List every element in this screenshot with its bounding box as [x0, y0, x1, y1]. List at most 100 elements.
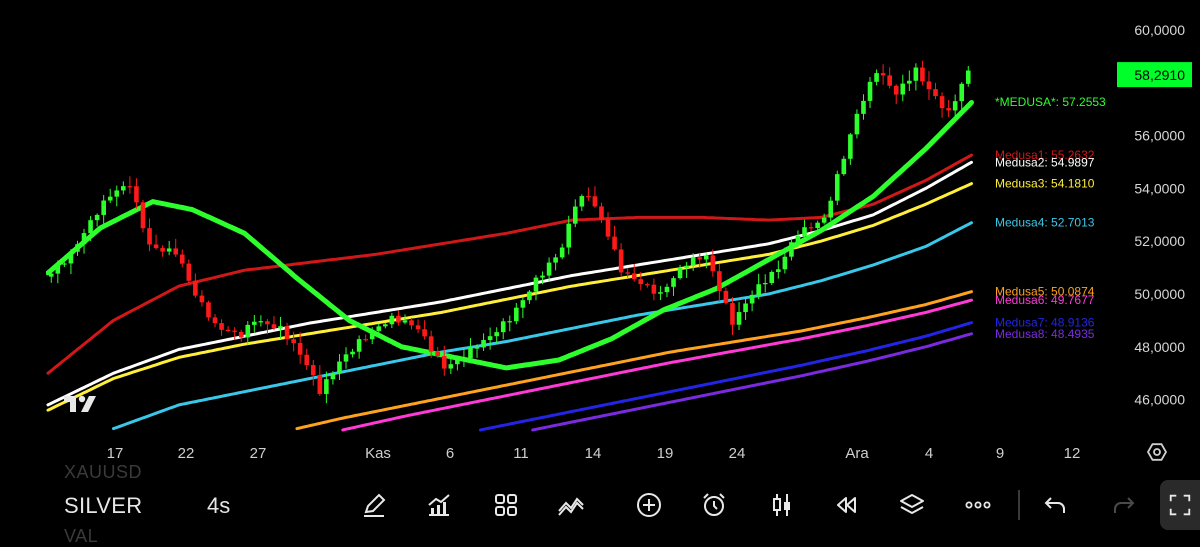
series-line-medusa6: [341, 298, 973, 432]
legend-medusa6: Medusa6: 49.7677: [995, 293, 1095, 307]
candle-body: [920, 67, 925, 82]
candle-body: [965, 70, 971, 84]
time-tick-label: 22: [178, 445, 195, 462]
candle-body: [435, 351, 441, 357]
bottom-toolbar: XAUUSD SILVER VAL 4s: [0, 462, 1200, 546]
candle-body: [291, 339, 296, 344]
current-price-label: 58,2910: [1134, 67, 1185, 83]
time-tick-label: 24: [729, 445, 746, 462]
candle-body: [199, 295, 205, 303]
symbol-label[interactable]: SILVER: [64, 493, 142, 519]
candle-body: [127, 186, 133, 188]
candle-body: [710, 255, 716, 272]
time-axis: 17 22 27 Kas 6 11 14 19 24 Ara 4 9 12: [107, 445, 1081, 462]
candle-body: [749, 294, 755, 304]
candle-body: [834, 174, 840, 201]
candle-body: [677, 268, 683, 279]
candle-body: [867, 81, 873, 101]
candle-body: [618, 249, 624, 273]
candle-body: [422, 329, 427, 337]
indicators-icon[interactable]: [423, 489, 455, 521]
chart-type-icon[interactable]: [766, 489, 798, 521]
candle-body: [599, 206, 604, 220]
candle-body: [75, 244, 80, 252]
time-tick-label: 17: [107, 445, 124, 462]
symbol-prev[interactable]: XAUUSD: [64, 462, 142, 483]
candle-body: [959, 83, 965, 102]
candle-body: [848, 134, 853, 159]
candle-body: [821, 217, 827, 223]
templates-icon[interactable]: [490, 489, 522, 521]
candle-body: [81, 233, 87, 245]
price-chart[interactable]: 60,0000 56,0000 54,0000 52,0000 50,0000 48,00…: [0, 0, 1200, 470]
candle-body: [140, 202, 146, 229]
candle-body: [265, 321, 270, 325]
candle-body: [68, 251, 74, 264]
candle-body: [310, 365, 316, 376]
candle-body: [206, 302, 211, 318]
price-tick-label: 50,0000: [1134, 286, 1185, 302]
candle-body: [212, 317, 218, 324]
more-icon[interactable]: [962, 489, 994, 521]
settings-gear-icon[interactable]: [1146, 443, 1168, 461]
compare-icon[interactable]: [555, 489, 587, 521]
candle-body: [324, 379, 329, 394]
candle-body: [946, 108, 951, 111]
candle-body: [703, 255, 709, 260]
candle-body: [252, 321, 257, 325]
tradingview-logo: [64, 395, 96, 412]
candle-body: [114, 190, 120, 197]
candle-body: [428, 336, 434, 352]
fullscreen-button[interactable]: [1160, 480, 1200, 530]
candle-body: [330, 373, 336, 380]
layers-icon[interactable]: [896, 489, 928, 521]
candle-body: [645, 284, 650, 286]
candle-body: [566, 223, 572, 248]
symbol-next[interactable]: VAL: [64, 526, 98, 547]
time-tick-label: 19: [657, 445, 674, 462]
add-icon[interactable]: [633, 489, 665, 521]
candle-body: [913, 67, 919, 81]
candle-body: [153, 244, 159, 249]
price-tick-label: 56,0000: [1134, 128, 1185, 144]
alarm-icon[interactable]: [698, 489, 730, 521]
candle-body: [861, 100, 866, 114]
interval-button[interactable]: 4s: [207, 493, 230, 519]
candle-body: [658, 292, 663, 294]
replay-icon[interactable]: [830, 489, 862, 521]
candle-body: [841, 158, 847, 175]
fullscreen-icon: [1169, 494, 1191, 516]
undo-icon[interactable]: [1040, 489, 1072, 521]
candle-body: [396, 315, 401, 323]
legend-medusa2: Medusa2: 54.9897: [995, 155, 1095, 169]
candle-body: [101, 200, 106, 215]
candle-body: [48, 273, 54, 277]
candle-body: [874, 73, 879, 82]
candle-body: [762, 283, 768, 285]
legend-medusa8: Medusa8: 48.4935: [995, 327, 1095, 341]
price-tick-label: 54,0000: [1134, 180, 1185, 196]
candle-body: [572, 206, 578, 224]
candle-body: [317, 375, 323, 394]
legend-medusa3: Medusa3: 54.1810: [995, 177, 1095, 191]
candle-body: [776, 269, 781, 272]
candle-body: [546, 262, 552, 276]
candle-body: [500, 321, 506, 333]
candle-body: [887, 75, 892, 86]
candle-body: [527, 291, 532, 301]
pencil-icon[interactable]: [358, 489, 390, 521]
redo-icon[interactable]: [1107, 489, 1139, 521]
candle-body: [186, 263, 192, 281]
toolbar-divider: [1018, 490, 1020, 520]
candle-body: [514, 307, 519, 322]
candle-body: [854, 113, 860, 135]
candle-body: [147, 228, 152, 245]
candle-body: [271, 324, 277, 329]
candle-body: [690, 257, 696, 266]
candle-body: [494, 332, 499, 337]
candle-body: [166, 248, 172, 252]
candle-body: [586, 196, 591, 198]
candle-body: [62, 263, 67, 265]
candle-body: [717, 271, 722, 291]
candle-body: [736, 312, 742, 325]
